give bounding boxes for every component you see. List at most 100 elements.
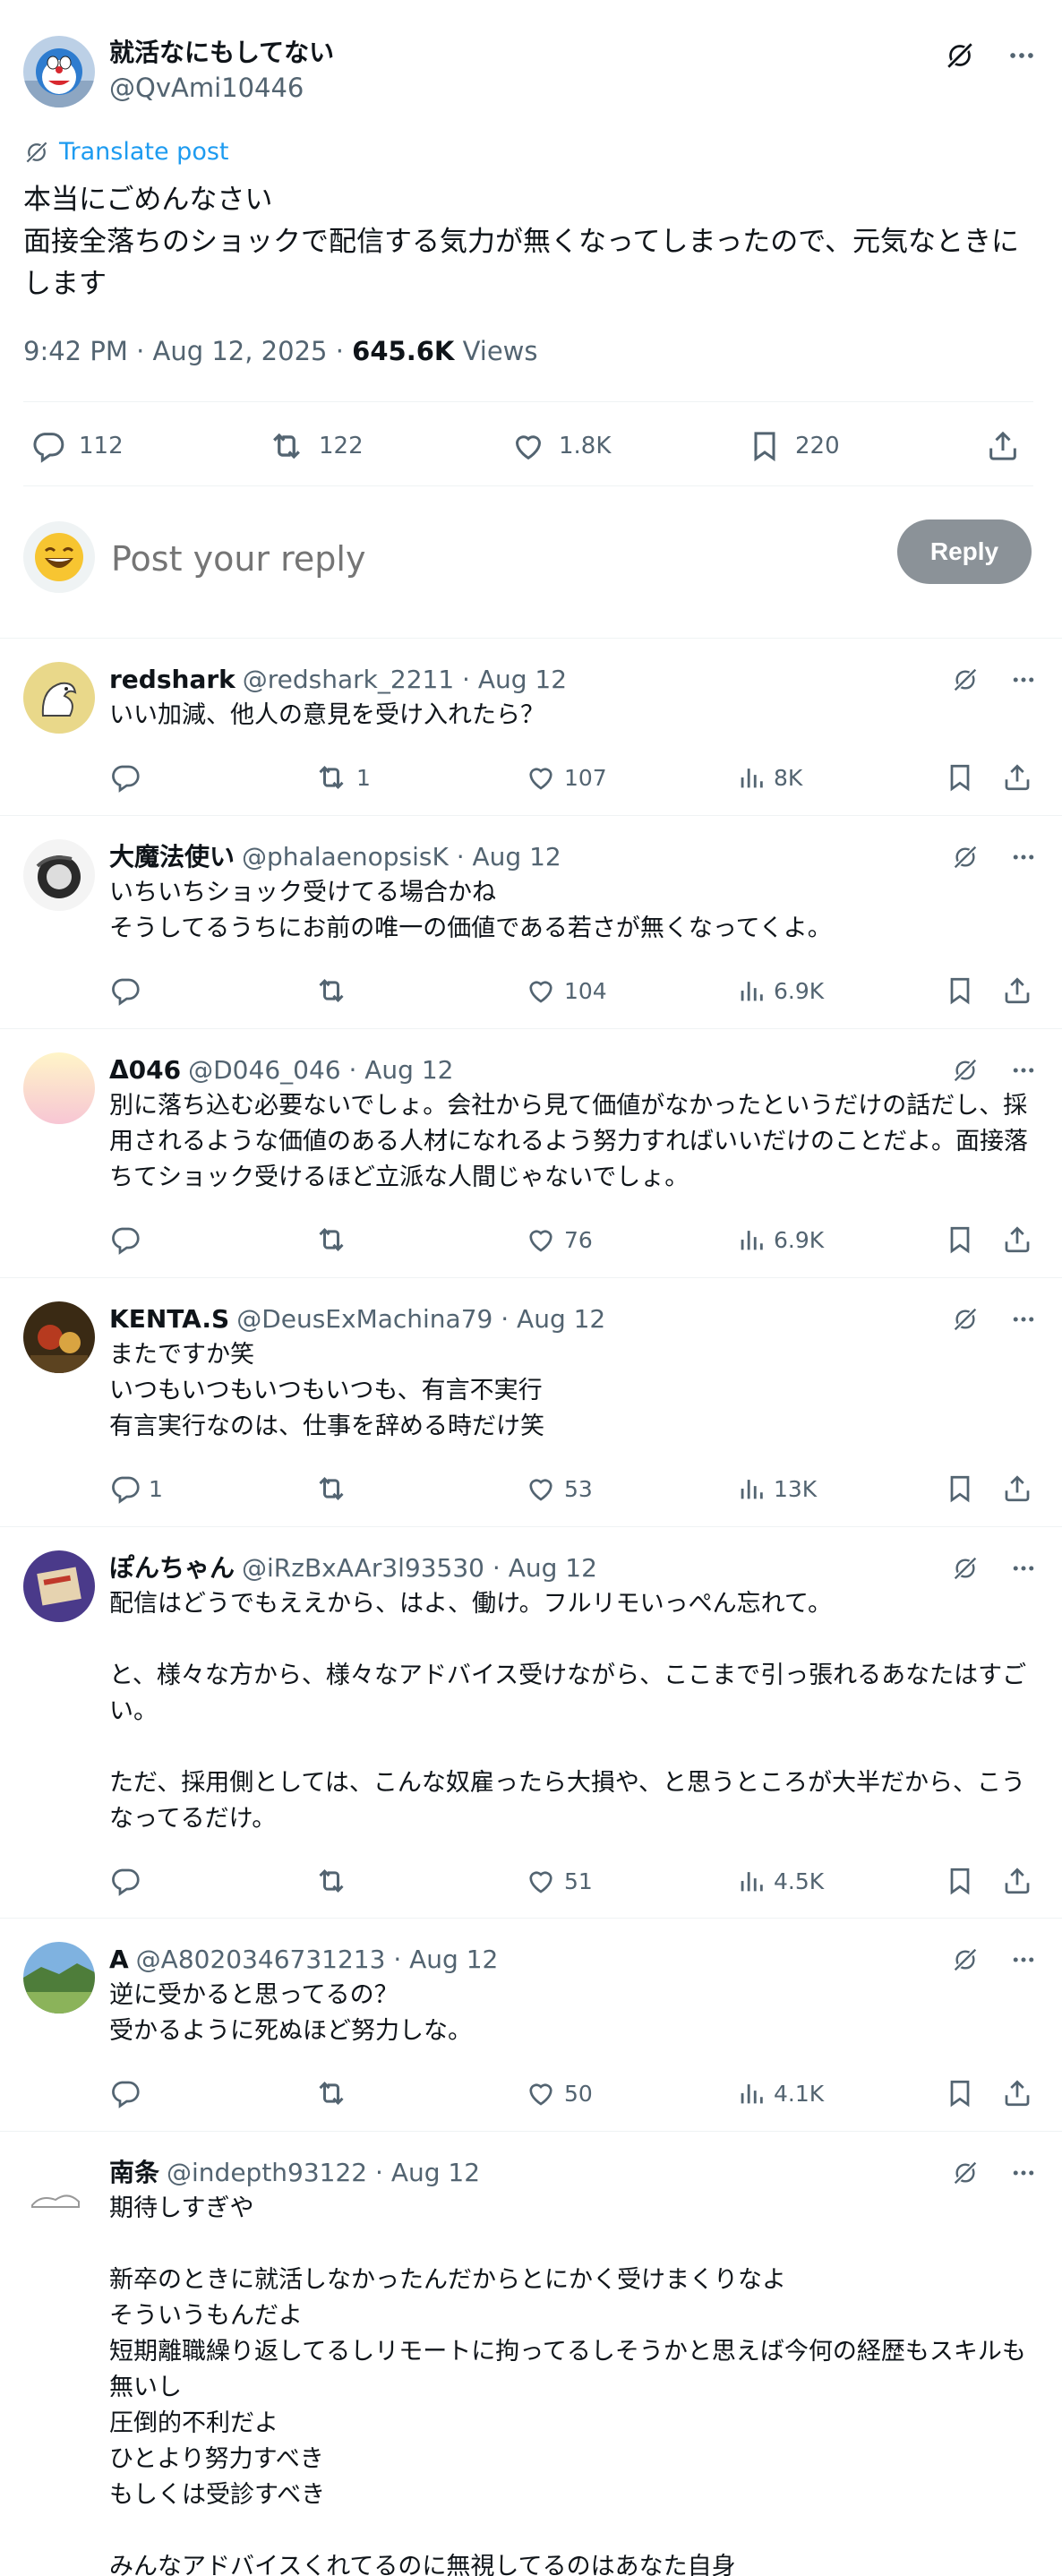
reply-item[interactable]: 南条 @indepth93122 · Aug 12 期待しすぎや 新卒のときに就活… xyxy=(0,2131,1062,2576)
repost-button[interactable]: 1 xyxy=(313,755,371,800)
like-button[interactable]: 104 xyxy=(525,968,607,1013)
more-options-icon[interactable] xyxy=(1010,2160,1037,2186)
bookmark-button[interactable] xyxy=(944,1217,976,1262)
more-options-icon[interactable] xyxy=(1010,666,1037,693)
reply-author-name[interactable]: A xyxy=(109,1942,129,1978)
more-options-icon[interactable] xyxy=(1010,1555,1037,1582)
grok-icon[interactable] xyxy=(951,843,980,872)
reply-button[interactable]: 1 xyxy=(109,1466,163,1511)
share-button[interactable] xyxy=(1001,2071,1033,2116)
reply-author-name[interactable]: ぽんちゃん xyxy=(109,1550,235,1586)
reply-button[interactable] xyxy=(109,968,149,1013)
reply-item[interactable]: ぽんちゃん @iRzBxAAr3l93530 · Aug 12 配信はどうでもええ… xyxy=(0,1526,1062,1918)
reply-icon xyxy=(109,761,141,794)
views-button[interactable]: 6.9K xyxy=(736,1217,824,1262)
author-avatar[interactable] xyxy=(23,36,95,107)
post-time[interactable]: 9:42 PM · Aug 12, 2025 · xyxy=(23,336,352,366)
grok-icon[interactable] xyxy=(951,1056,980,1085)
more-options-icon[interactable] xyxy=(1006,40,1037,71)
bookmark-icon xyxy=(944,2077,976,2109)
reply-author-name[interactable]: Δ046 xyxy=(109,1052,181,1088)
bookmark-button[interactable] xyxy=(944,755,976,800)
reply-button[interactable]: 112 xyxy=(30,421,124,471)
bookmark-button[interactable] xyxy=(944,1466,976,1511)
reply-button[interactable] xyxy=(109,755,149,800)
author-handle[interactable]: @QvAmi10446 xyxy=(109,72,334,104)
reply-author-name[interactable]: 南条 xyxy=(109,2155,159,2191)
reply-item[interactable]: A @A8020346731213 · Aug 12 逆に受かると思ってるの？ 受… xyxy=(0,1918,1062,2131)
share-button[interactable] xyxy=(1001,1466,1033,1511)
reply-button[interactable] xyxy=(109,2071,149,2116)
bookmark-button[interactable] xyxy=(944,2071,976,2116)
reply-avatar[interactable] xyxy=(23,839,95,911)
views-button[interactable]: 13K xyxy=(736,1466,817,1511)
repost-button[interactable] xyxy=(313,2071,356,2116)
grok-icon[interactable] xyxy=(944,39,976,72)
like-button[interactable]: 107 xyxy=(525,755,607,800)
views-button[interactable]: 4.5K xyxy=(736,1859,824,1903)
reply-text: いい加減、他人の意見を受け入れたら？ xyxy=(109,701,544,729)
translate-post-link[interactable]: Translate post xyxy=(23,138,229,166)
more-options-icon[interactable] xyxy=(1010,844,1037,871)
bookmark-button[interactable] xyxy=(944,968,976,1013)
reply-item[interactable]: redshark @redshark_2211 · Aug 12 いい加減、他人の… xyxy=(0,638,1062,815)
reply-author-name[interactable]: 大魔法使い xyxy=(109,839,235,875)
reply-avatar[interactable] xyxy=(23,2155,95,2227)
repost-button[interactable] xyxy=(313,1217,356,1262)
reply-avatar[interactable] xyxy=(23,662,95,734)
bookmark-button[interactable] xyxy=(944,1859,976,1903)
views-button[interactable]: 8K xyxy=(736,755,802,800)
reply-action-bar: 50 4.1K xyxy=(109,2071,1033,2116)
reply-button[interactable] xyxy=(109,1217,149,1262)
reply-meta: @redshark_2211 · Aug 12 xyxy=(242,665,568,694)
reply-avatar[interactable] xyxy=(23,1550,95,1622)
bookmark-icon xyxy=(944,1473,976,1505)
reply-item[interactable]: KENTA.S @DeusExMachina79 · Aug 12 またですか笑 … xyxy=(0,1277,1062,1526)
grok-icon[interactable] xyxy=(951,1554,980,1583)
more-options-icon[interactable] xyxy=(1010,1946,1037,1973)
share-button[interactable] xyxy=(1001,1859,1033,1903)
reply-submit-button[interactable]: Reply xyxy=(897,519,1032,584)
views-count: 6.9K xyxy=(774,977,825,1004)
like-button[interactable]: 53 xyxy=(525,1466,593,1511)
grok-icon[interactable] xyxy=(951,665,980,694)
grok-icon[interactable] xyxy=(951,1945,980,1974)
repost-button[interactable] xyxy=(313,1466,356,1511)
repost-button[interactable] xyxy=(313,968,356,1013)
reply-avatar[interactable] xyxy=(23,1052,95,1124)
reply-input[interactable] xyxy=(111,534,774,584)
like-button[interactable]: 1.8K xyxy=(510,421,611,471)
post-action-bar: 112 122 1.8K 220 xyxy=(23,421,1033,471)
reply-author-name[interactable]: KENTA.S xyxy=(109,1301,229,1337)
reply-author-name[interactable]: redshark xyxy=(109,662,236,698)
views-button[interactable]: 6.9K xyxy=(736,968,824,1013)
views-button[interactable]: 4.1K xyxy=(736,2071,824,2116)
views-count: 6.9K xyxy=(774,1226,825,1253)
share-button[interactable] xyxy=(1001,968,1033,1013)
repost-button[interactable]: 122 xyxy=(267,421,364,471)
more-options-icon[interactable] xyxy=(1010,1306,1037,1333)
share-button[interactable] xyxy=(985,421,1021,471)
reply-icon xyxy=(30,428,66,464)
share-button[interactable] xyxy=(1001,1217,1033,1262)
like-button[interactable]: 51 xyxy=(525,1859,593,1903)
like-button[interactable]: 76 xyxy=(525,1217,593,1262)
reply-item[interactable]: 大魔法使い @phalaenopsisK · Aug 12 いちいちショック受けて… xyxy=(0,815,1062,1028)
grok-icon[interactable] xyxy=(951,1305,980,1334)
author-display-name[interactable]: 就活なにもしてない xyxy=(109,38,334,68)
reply-meta: @phalaenopsisK · Aug 12 xyxy=(242,842,561,872)
repost-icon xyxy=(313,1471,349,1507)
more-options-icon[interactable] xyxy=(1010,1057,1037,1084)
reply-button[interactable] xyxy=(109,1859,149,1903)
like-count: 50 xyxy=(564,2080,593,2107)
grok-icon[interactable] xyxy=(951,2159,980,2187)
bookmark-button[interactable]: 220 xyxy=(747,421,840,471)
reply-avatar[interactable] xyxy=(23,1942,95,2014)
reply-action-bar: 1 107 8K xyxy=(109,755,1033,800)
reply-avatar[interactable] xyxy=(23,1301,95,1373)
share-button[interactable] xyxy=(1001,755,1033,800)
views-icon xyxy=(736,1473,767,1504)
like-button[interactable]: 50 xyxy=(525,2071,593,2116)
reply-item[interactable]: Δ046 @D046_046 · Aug 12 別に落ち込む必要ないでしょ。会社か… xyxy=(0,1028,1062,1277)
repost-button[interactable] xyxy=(313,1859,356,1903)
